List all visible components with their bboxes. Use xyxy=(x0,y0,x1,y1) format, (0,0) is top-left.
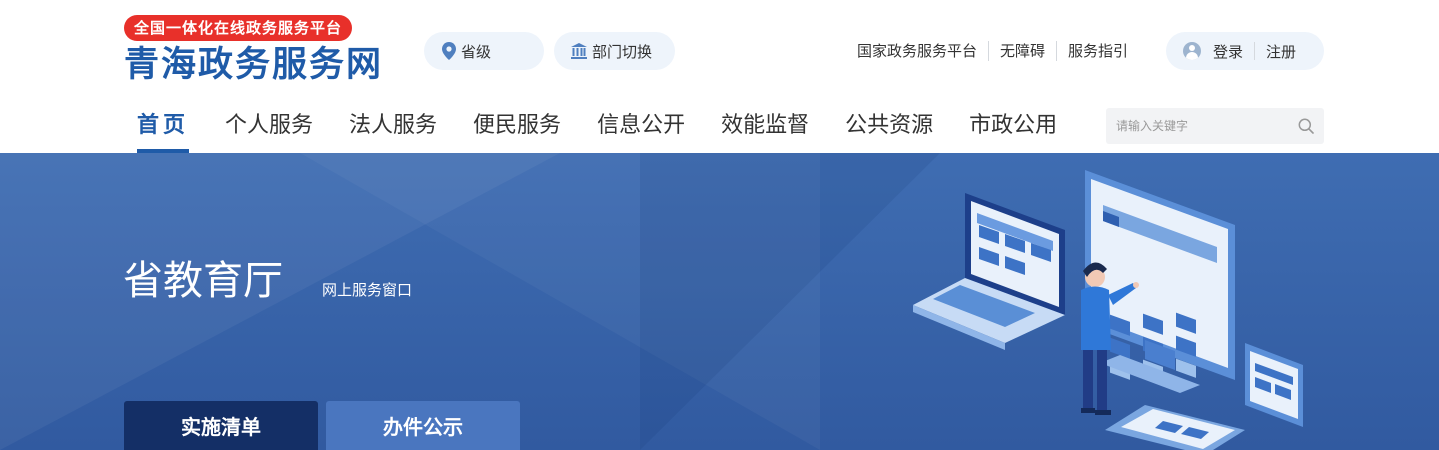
nav-item-home[interactable]: 首页 xyxy=(124,104,202,153)
search-icon[interactable] xyxy=(1298,118,1314,134)
department-title: 省教育厅 xyxy=(123,258,283,304)
login-link[interactable]: 登录 xyxy=(1213,41,1243,62)
nav-item-info-disclosure[interactable]: 信息公开 xyxy=(584,104,698,153)
link-service-guide[interactable]: 服务指引 xyxy=(1057,41,1139,61)
register-link[interactable]: 注册 xyxy=(1266,41,1296,62)
main-nav: 首页 个人服务 法人服务 便民服务 信息公开 效能监督 公共资源 市政公用 xyxy=(124,104,1080,153)
nav-item-supervision[interactable]: 效能监督 xyxy=(708,104,822,153)
dept-switch-label: 部门切换 xyxy=(592,42,653,61)
site-title[interactable]: 青海政务服务网 xyxy=(124,44,383,86)
region-selector[interactable]: 省级 xyxy=(424,32,544,70)
nav-item-public-resources[interactable]: 公共资源 xyxy=(832,104,946,153)
top-links: 国家政务服务平台 无障碍 服务指引 xyxy=(846,41,1139,61)
tab-implementation-list[interactable]: 实施清单 xyxy=(124,401,318,450)
banner-decoration xyxy=(640,153,940,450)
nav-item-personal[interactable]: 个人服务 xyxy=(212,104,326,153)
region-label: 省级 xyxy=(461,42,492,61)
link-national-platform[interactable]: 国家政务服务平台 xyxy=(846,41,990,61)
divider xyxy=(1254,42,1256,60)
header: 全国一体化在线政务服务平台 青海政务服务网 省级 部门切换 国家政务服务平台 无… xyxy=(0,0,1439,153)
location-pin-icon xyxy=(442,42,456,60)
hero-banner: 省教育厅 网上服务窗口 实施清单 办件公示 xyxy=(0,153,1439,450)
search-input[interactable] xyxy=(1106,108,1286,144)
department-subtitle: 网上服务窗口 xyxy=(322,281,413,299)
user-avatar-icon xyxy=(1183,42,1201,60)
link-accessibility[interactable]: 无障碍 xyxy=(989,41,1058,61)
building-icon xyxy=(571,43,587,59)
nav-item-convenience[interactable]: 便民服务 xyxy=(460,104,574,153)
search-box xyxy=(1106,108,1324,144)
platform-badge: 全国一体化在线政务服务平台 xyxy=(124,15,353,41)
tab-case-publicity[interactable]: 办件公示 xyxy=(326,401,520,450)
nav-item-municipal[interactable]: 市政公用 xyxy=(956,104,1070,153)
account-bar: 登录 注册 xyxy=(1166,32,1324,70)
online-service-illustration xyxy=(913,170,1303,450)
dept-switch-button[interactable]: 部门切换 xyxy=(554,32,675,70)
page: 全国一体化在线政务服务平台 青海政务服务网 省级 部门切换 国家政务服务平台 无… xyxy=(0,0,1439,450)
nav-item-legal-entity[interactable]: 法人服务 xyxy=(336,104,450,153)
